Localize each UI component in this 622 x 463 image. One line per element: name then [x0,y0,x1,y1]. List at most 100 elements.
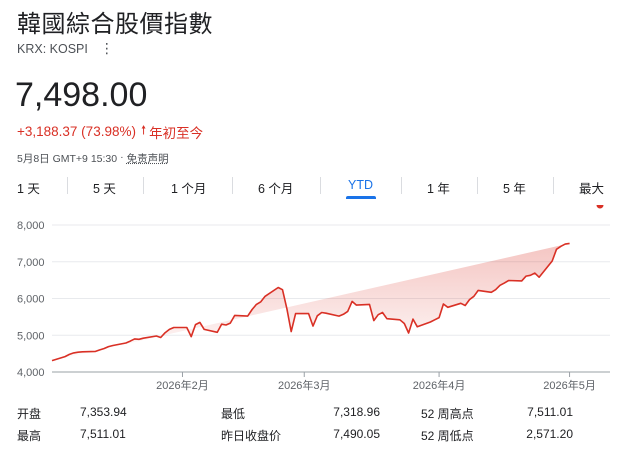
data-point [568,241,572,245]
data-point [93,349,97,353]
data-point [528,273,532,277]
ticker-row: KRX: KOSPI ⋮ [17,40,114,57]
data-point [185,326,189,330]
index-title: 韓國綜合股價指數 [17,11,213,38]
data-point [341,312,345,316]
prev-close-label: 昨日收盘价 [221,429,282,443]
data-point [468,298,472,302]
tab-1d[interactable]: 1 天 [17,178,40,197]
data-point [520,279,524,283]
high-value: 7,511.01 [80,427,126,441]
price-change-row: +3,188.37 (73.98%) 🠕 年初至今 [17,121,203,142]
data-point [507,278,511,282]
prev-close-value: 7,490.05 [333,427,380,441]
data-point [585,205,589,207]
tab-divider [232,177,233,194]
data-point [233,313,237,317]
data-point [107,345,111,349]
data-point [415,325,419,329]
y-tick-label: 7,000 [17,257,45,269]
x-tick-label: 2026年5月 [543,378,596,392]
data-point [159,335,163,339]
data-point [437,316,441,320]
data-point [315,314,319,318]
separator: · [120,151,124,163]
high-label: 最高 [17,429,42,443]
data-point [124,341,128,345]
tab-divider [320,177,321,194]
tab-5d[interactable]: 5 天 [93,178,116,197]
data-point [376,313,380,317]
data-point [472,294,476,298]
data-point [320,310,324,314]
high52-value: 7,511.01 [527,405,573,419]
data-point [111,344,115,348]
data-point [254,302,258,306]
data-point [463,303,467,307]
tab-ytd[interactable]: YTD [348,178,373,192]
data-point [102,346,106,350]
data-point [289,330,293,334]
data-point [354,303,358,307]
disclaimer-link[interactable]: 免责声明 [127,151,169,166]
data-point [398,318,402,322]
data-point [133,337,137,341]
data-point [163,331,167,335]
tab-1y[interactable]: 1 年 [427,178,450,197]
ticker-symbol: KRX: KOSPI [17,41,88,56]
data-point [246,314,250,318]
tab-divider [143,177,144,194]
tab-divider [401,177,402,194]
more-vert-icon[interactable]: ⋮ [100,40,114,57]
low52-value: 2,571.20 [526,427,573,441]
data-point [402,321,406,325]
data-point [202,327,206,331]
data-point [381,310,385,314]
data-point [198,320,202,324]
data-point [441,302,445,306]
data-point [428,320,432,324]
stats-row-2: 最高 7,511.01 昨日收盘价 7,490.05 52 周低点 2,571.… [0,427,622,449]
data-point [63,355,67,359]
data-point [172,326,176,330]
last-price-marker [596,205,604,209]
data-point [476,288,480,292]
timestamp-row: 5月8日 GMT+9 15:30 · 免责声明 [17,151,169,166]
high52-label: 52 周高点 [421,407,474,421]
data-point [98,348,102,352]
y-tick-label: 8,000 [17,220,45,232]
price-chart[interactable]: 4,000 5,000 6,000 7,000 8,000 2026年2月 2026年3月 2… [0,205,622,395]
data-point [555,247,559,251]
stats-row-1: 开盘 7,353.94 最低 7,318.96 52 周高点 7,511.01 [0,405,622,427]
low-value: 7,318.96 [333,405,380,419]
data-point [346,309,350,313]
data-point [589,205,593,207]
data-point [76,350,80,354]
data-point [372,319,376,323]
y-tick-label: 4,000 [17,367,45,379]
data-point [550,259,554,263]
x-tick-label: 2026年3月 [278,378,331,392]
arrow-up-icon: 🠕 [140,123,147,137]
quote-timestamp: 5月8日 GMT+9 15:30 [17,153,118,165]
data-point [215,330,219,334]
data-point [128,339,132,343]
open-label: 开盘 [17,407,42,421]
data-point [307,312,311,316]
x-tick-label: 2026年4月 [413,378,466,392]
tab-6m[interactable]: 6 个月 [258,178,293,197]
data-point [581,205,585,207]
data-point [285,307,289,311]
data-point [324,311,328,315]
data-point [167,327,171,331]
data-point [559,244,563,248]
data-point [350,299,354,303]
tab-max[interactable]: 最大 [579,178,604,197]
tab-1m[interactable]: 1 个月 [171,178,206,197]
data-point [407,331,411,335]
change-period: 年初至今 [149,125,204,141]
data-point [276,285,280,289]
data-point [137,337,141,341]
low52-label: 52 周低点 [421,429,474,443]
tab-5y[interactable]: 5 年 [503,178,526,197]
